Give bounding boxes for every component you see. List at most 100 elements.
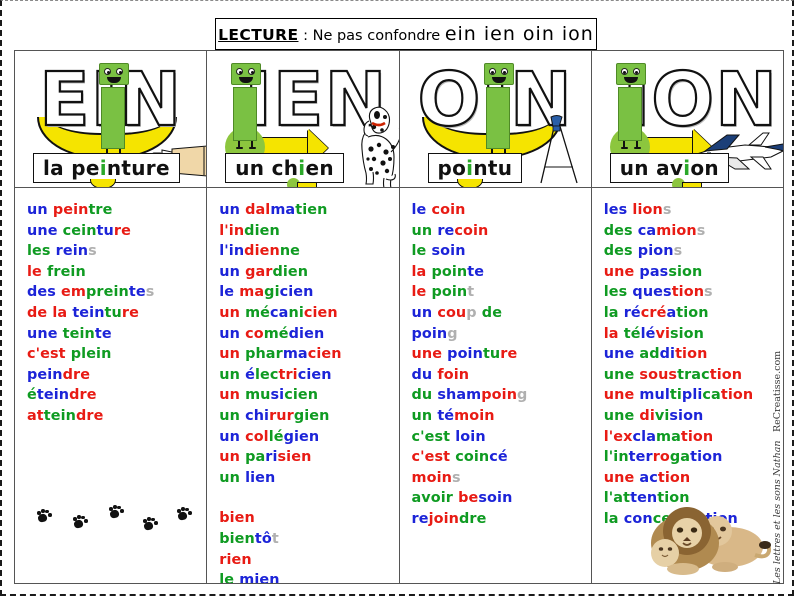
word-syllable: ma bbox=[239, 284, 265, 301]
word-entry: un recoin bbox=[412, 221, 591, 242]
word-syllable: bien bbox=[219, 510, 255, 527]
word-syllable: re bbox=[437, 222, 455, 239]
paw-print-icon bbox=[177, 507, 192, 521]
word-syllable: ro bbox=[652, 449, 670, 466]
word-syllable: em bbox=[61, 284, 87, 301]
word-syllable: pein bbox=[52, 202, 89, 218]
word-syllable: la bbox=[603, 304, 624, 321]
paw-print-icon bbox=[143, 517, 158, 531]
word-syllable: ni bbox=[288, 304, 304, 321]
word-syllable: ma bbox=[270, 202, 296, 218]
keyword-ball-arrow-mark bbox=[286, 178, 317, 187]
word-syllable: lé bbox=[640, 325, 656, 342]
lion-family-image bbox=[643, 485, 772, 577]
credit-website: ReCreatisse.com bbox=[772, 350, 783, 432]
word-entry: le mien bbox=[219, 570, 398, 583]
paw-print-icon bbox=[37, 509, 52, 523]
word-syllable: la bbox=[411, 263, 432, 280]
character-face bbox=[483, 63, 514, 85]
word-list-ien: un dalmatien l'indien l'indienne un gardien… bbox=[207, 188, 398, 583]
word-entry: une soustraction bbox=[604, 365, 783, 386]
word-syllable: tu bbox=[104, 304, 122, 321]
word-syllable: ca bbox=[637, 222, 657, 239]
word-syllable: s bbox=[88, 243, 97, 260]
word-entry: des camions bbox=[604, 221, 783, 242]
word-syllable: si bbox=[270, 387, 285, 404]
word-syllable: c'est bbox=[27, 346, 71, 363]
column-header-ien: IEN un chi en bbox=[207, 51, 399, 188]
word-syllable: dre bbox=[69, 387, 97, 404]
word-syllable: é bbox=[27, 387, 37, 404]
word-syllable: ne bbox=[279, 243, 301, 260]
word-syllable: s bbox=[696, 222, 706, 239]
green-i-character bbox=[483, 63, 514, 157]
word-syllable: des bbox=[603, 243, 638, 260]
word-syllable: vi bbox=[655, 325, 670, 342]
word-syllable: l'ex bbox=[603, 428, 633, 445]
word-entry: l'indienne bbox=[219, 241, 398, 262]
word-entry: une teinte bbox=[27, 324, 206, 345]
word-entry: du foin bbox=[412, 365, 591, 386]
character-face bbox=[615, 63, 646, 85]
word-syllable: un bbox=[219, 202, 246, 218]
word-syllable: ti bbox=[669, 387, 682, 404]
word-entry: du shampoing bbox=[412, 385, 591, 406]
word-syllable: tion bbox=[676, 304, 709, 321]
paw-prints-decoration bbox=[37, 505, 197, 531]
column-header-oin: OIN pointu bbox=[399, 51, 591, 188]
word-syllable: le bbox=[219, 284, 240, 301]
word-syllable: tre bbox=[88, 202, 113, 218]
word-entry: la pointe bbox=[412, 262, 591, 283]
word-syllable: des bbox=[27, 284, 62, 301]
word-entry: un musicien bbox=[219, 385, 398, 406]
keyword-highlight-i: i bbox=[671, 156, 702, 187]
word-syllable: t bbox=[271, 530, 279, 547]
word-syllable: mion bbox=[656, 222, 697, 239]
word-syllable: mien bbox=[239, 572, 280, 583]
word-entry: un gardien bbox=[219, 262, 398, 283]
word-syllable: l'in bbox=[603, 449, 629, 466]
word-entry: le frein bbox=[27, 262, 206, 283]
character-legs bbox=[236, 140, 257, 149]
word-syllable: un bbox=[219, 366, 246, 383]
title-lecture-label: LECTURE bbox=[218, 26, 299, 44]
word-syllable: cien bbox=[303, 304, 338, 321]
word-syllable: du bbox=[411, 387, 438, 404]
word-entry: bien bbox=[219, 508, 398, 529]
word-syllable: c'est bbox=[411, 449, 456, 466]
word-syllable: soin bbox=[478, 490, 513, 507]
word-syllable: ter bbox=[628, 449, 653, 466]
word-syllable: s bbox=[662, 202, 672, 218]
word-syllable: une bbox=[603, 407, 640, 424]
keyword-box-ion: un avi on bbox=[609, 153, 729, 187]
word-syllable: te bbox=[128, 284, 146, 301]
word-syllable: soin bbox=[431, 243, 466, 260]
word-syllable: ca bbox=[270, 304, 289, 321]
word-entry: un mécanicien bbox=[219, 303, 398, 324]
word-syllable: le bbox=[27, 263, 48, 280]
word-syllable: co bbox=[245, 325, 264, 342]
word-syllable: un bbox=[219, 449, 246, 466]
keyword-box-oin: poi ntu bbox=[427, 153, 523, 187]
character-mouth bbox=[107, 77, 121, 83]
word-syllable: tion bbox=[675, 346, 708, 363]
keyword-ball-arrow-mark bbox=[671, 178, 702, 187]
word-syllable: lion bbox=[632, 202, 663, 218]
word-syllable: phar bbox=[245, 346, 283, 363]
word-syllable: un bbox=[411, 407, 438, 424]
dalmatian-dog bbox=[341, 97, 399, 187]
word-syllable: une bbox=[603, 469, 640, 486]
word-syllable: la bbox=[603, 325, 624, 342]
word-syllable: a bbox=[666, 304, 677, 321]
word-syllable: une bbox=[603, 263, 640, 280]
word-syllable: foin bbox=[437, 366, 470, 383]
word-syllable: sham bbox=[437, 387, 482, 404]
word-syllable: trac bbox=[677, 366, 710, 383]
word-syllable: mu bbox=[245, 387, 271, 404]
word-syllable: dal bbox=[245, 202, 271, 218]
word-syllable: plein bbox=[70, 346, 112, 363]
character-eye-left bbox=[488, 68, 496, 75]
green-i-character bbox=[99, 63, 129, 157]
word-syllable: é bbox=[245, 366, 255, 383]
word-syllable: une bbox=[27, 325, 63, 342]
